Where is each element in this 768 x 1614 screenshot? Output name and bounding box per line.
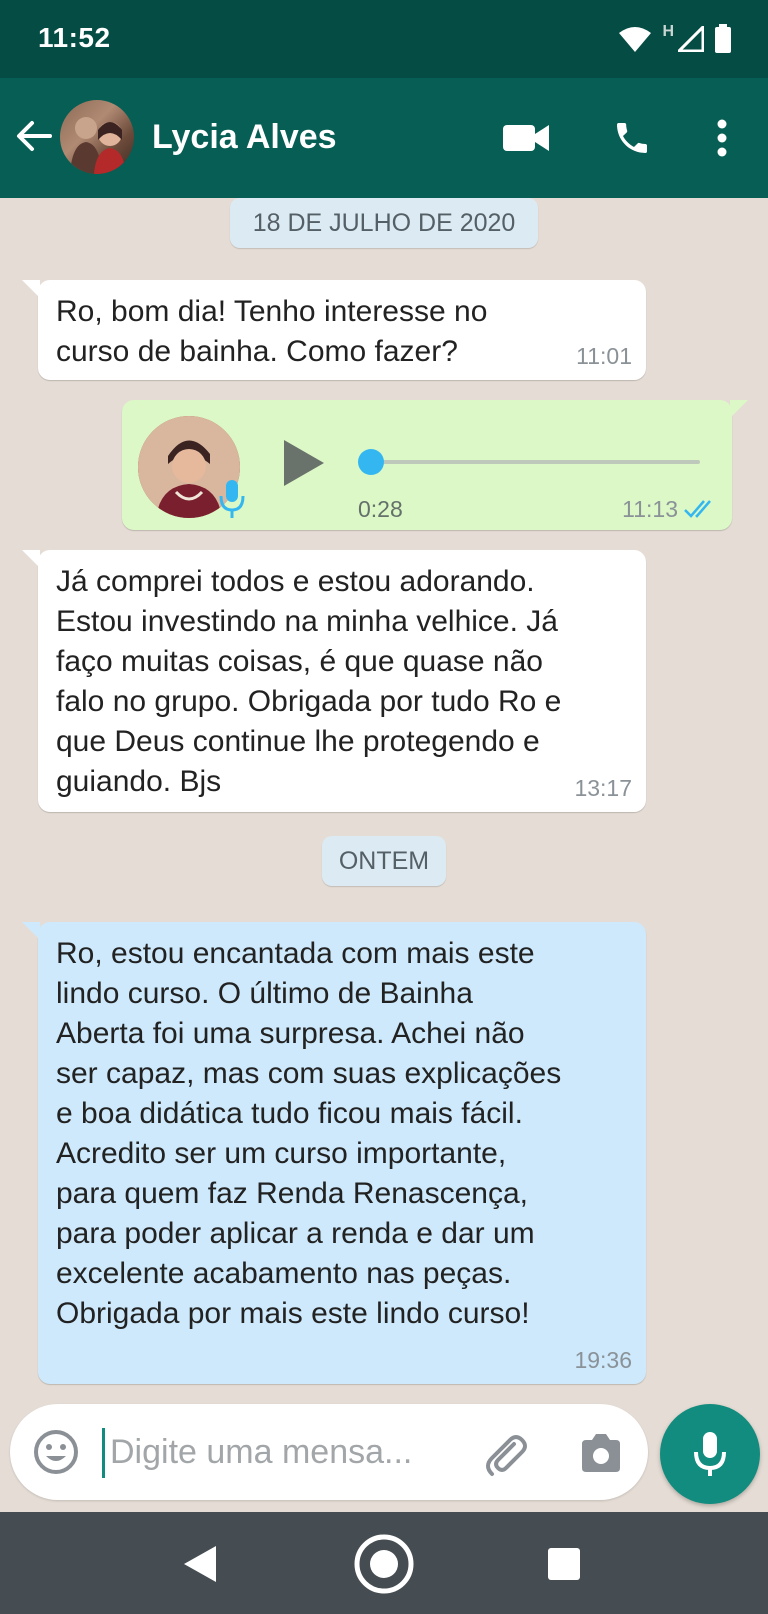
bubble-tail bbox=[22, 550, 40, 568]
chat-header: Lycia Alves bbox=[0, 78, 768, 198]
avatar-photo-icon bbox=[70, 117, 126, 174]
date-separator: 18 DE JULHO DE 2020 bbox=[230, 198, 538, 248]
more-vert-icon bbox=[717, 119, 727, 157]
microphone-icon bbox=[694, 1432, 726, 1476]
camera-icon[interactable] bbox=[576, 1428, 626, 1478]
emoji-icon[interactable] bbox=[32, 1428, 80, 1476]
circle-home-icon bbox=[354, 1534, 414, 1594]
battery-icon bbox=[715, 24, 731, 53]
contact-avatar[interactable] bbox=[60, 100, 134, 174]
message-input[interactable] bbox=[110, 1424, 470, 1480]
paperclip-icon[interactable] bbox=[480, 1428, 530, 1478]
more-options-button[interactable] bbox=[698, 114, 746, 162]
status-icons: H bbox=[618, 22, 732, 56]
voice-call-button[interactable] bbox=[608, 114, 656, 162]
voice-duration: 0:28 bbox=[358, 496, 403, 522]
contact-name[interactable]: Lycia Alves bbox=[152, 118, 337, 157]
network-type-label: H bbox=[662, 23, 674, 40]
bubble-tail bbox=[730, 400, 748, 418]
message-time: 11:01 bbox=[576, 343, 632, 369]
message-text: Já comprei todos e estou adorando. Estou… bbox=[56, 565, 562, 798]
message-text: Ro, estou encantada com mais este lindo … bbox=[56, 937, 562, 1330]
message-time: 13:17 bbox=[574, 775, 632, 801]
message-time: 11:13 bbox=[622, 496, 678, 522]
video-call-button[interactable] bbox=[502, 114, 550, 162]
incoming-message-highlighted[interactable]: Ro, estou encantada com mais este lindo … bbox=[22, 922, 646, 1384]
incoming-message[interactable]: Já comprei todos e estou adorando. Estou… bbox=[22, 550, 646, 812]
triangle-back-icon bbox=[184, 1546, 216, 1582]
microphone-icon bbox=[219, 480, 245, 518]
bubble-tail bbox=[22, 280, 40, 298]
date-separator: ONTEM bbox=[322, 836, 446, 886]
status-bar: 11:52 H bbox=[0, 0, 768, 78]
chat-messages[interactable]: 18 DE JULHO DE 2020 Ro, bom dia! Tenho i… bbox=[0, 198, 768, 1404]
square-recents-icon bbox=[548, 1548, 580, 1580]
nav-back-button[interactable] bbox=[168, 1532, 232, 1596]
text-caret bbox=[102, 1428, 105, 1478]
system-nav-bar bbox=[0, 1512, 768, 1614]
audio-seek-handle[interactable] bbox=[358, 449, 384, 475]
outgoing-voice-message[interactable]: 0:28 11:13 bbox=[122, 400, 748, 530]
back-arrow-icon[interactable] bbox=[14, 116, 54, 156]
bubble-tail bbox=[22, 922, 40, 940]
message-time: 19:36 bbox=[574, 1347, 632, 1373]
play-icon[interactable] bbox=[282, 438, 326, 488]
read-double-check-icon bbox=[684, 500, 711, 518]
cell-signal-icon bbox=[678, 26, 704, 52]
record-voice-button[interactable] bbox=[660, 1404, 760, 1504]
incoming-message[interactable]: Ro, bom dia! Tenho interesse no curso de… bbox=[22, 280, 646, 380]
message-composer bbox=[10, 1404, 648, 1500]
nav-home-button[interactable] bbox=[352, 1532, 416, 1596]
nav-recents-button[interactable] bbox=[532, 1532, 596, 1596]
status-time: 11:52 bbox=[38, 22, 111, 53]
message-text: Ro, bom dia! Tenho interesse no curso de… bbox=[56, 295, 488, 368]
wifi-icon bbox=[619, 27, 652, 52]
phone-icon bbox=[617, 123, 647, 153]
video-camera-icon bbox=[503, 125, 549, 151]
audio-progress-track[interactable] bbox=[370, 460, 700, 464]
